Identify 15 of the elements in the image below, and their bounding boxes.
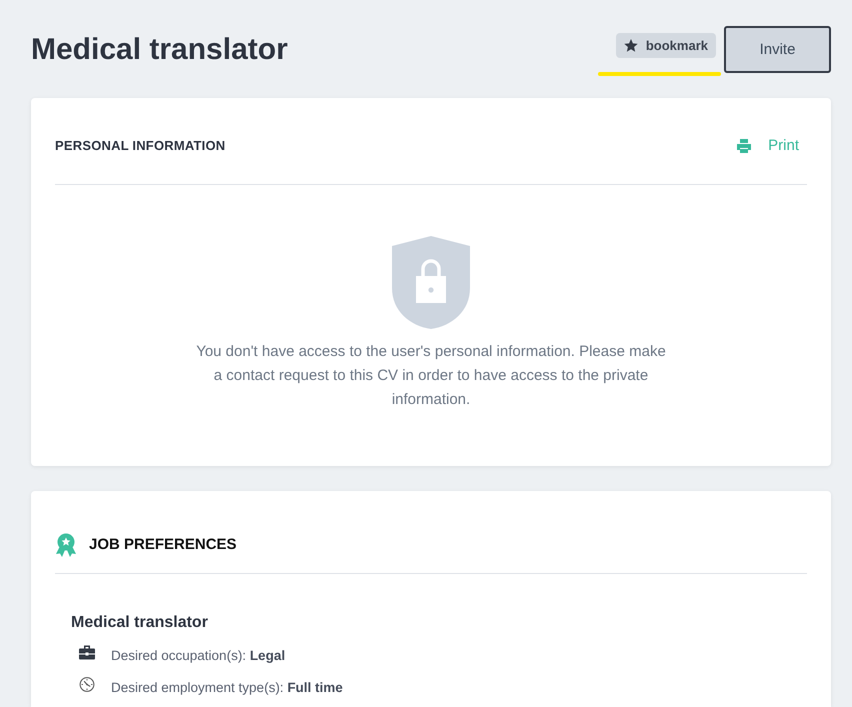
position-title: Medical translator bbox=[71, 613, 209, 633]
bookmark-button[interactable]: bookmark bbox=[616, 33, 716, 58]
preference-detail: Desired occupation(s): Legal bbox=[111, 648, 286, 662]
clock-icon bbox=[79, 676, 95, 692]
section-title: JOB PREFERENCES bbox=[89, 535, 237, 555]
shield-lock-icon bbox=[392, 236, 470, 329]
briefcase-icon bbox=[79, 644, 95, 660]
award-ribbon-icon bbox=[55, 533, 77, 557]
access-message: You don't have access to the user's personal information. Please make a contact request to this CV in order to have access to the private information. bbox=[195, 342, 667, 410]
section-title: PERSONAL INFORMATION bbox=[55, 137, 226, 155]
page-title: Medical translator bbox=[31, 32, 288, 68]
star-icon bbox=[624, 39, 638, 52]
preference-detail: Desired employment type(s): Full time bbox=[111, 680, 343, 694]
printer-icon bbox=[736, 139, 752, 153]
invite-button[interactable]: Invite bbox=[724, 26, 831, 73]
